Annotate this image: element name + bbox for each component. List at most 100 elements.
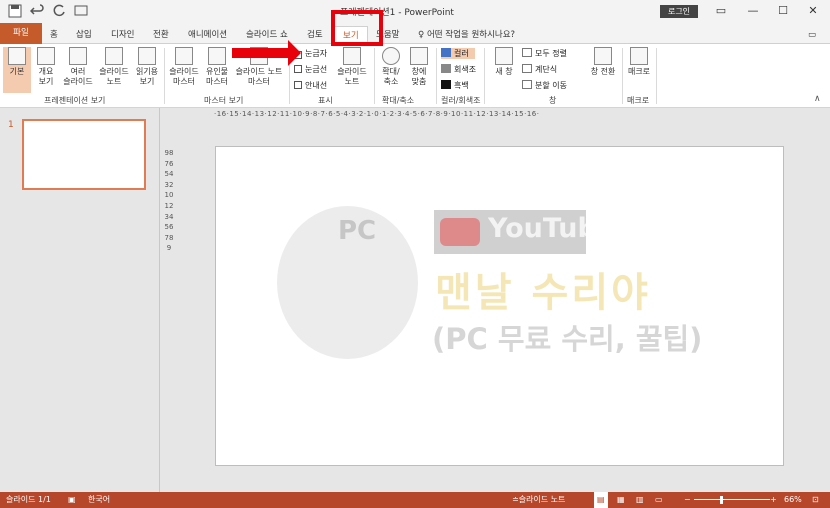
magnifier-icon [382, 47, 400, 65]
watermark-youtube-text: YouTube [488, 213, 616, 244]
switch-windows-label: 창 전환 [590, 67, 616, 76]
normal-view-button[interactable]: 기본 [3, 47, 31, 93]
outline-view-label-1: 개요 [38, 67, 54, 76]
tab-transitions[interactable]: 전환 [153, 26, 169, 44]
maximize-icon[interactable]: ☐ [768, 2, 798, 20]
slide-master-icon [175, 47, 193, 65]
save-icon[interactable] [8, 4, 22, 18]
group-divider [656, 48, 657, 104]
slide-sorter-label-1: 여러 [70, 67, 86, 76]
group-macros: 매크로 [627, 96, 650, 105]
reading-view-button[interactable]: 읽기용 보기 [133, 47, 161, 87]
group-show: 표시 [318, 96, 333, 105]
macros-button[interactable]: 매크로 [625, 47, 653, 77]
annotation-arrowhead [288, 40, 301, 66]
tab-home[interactable]: 홈 [50, 26, 58, 44]
tab-review[interactable]: 검토 [307, 26, 323, 44]
notes-page-label-2: 노트 [106, 77, 122, 86]
guides-checkbox[interactable]: 안내선 [294, 80, 327, 91]
guides-label: 안내선 [305, 81, 328, 90]
group-color: 컬러/회색조 [441, 96, 481, 105]
close-icon[interactable]: ✕ [798, 2, 828, 20]
group-divider [436, 48, 437, 104]
slide-sorter-button[interactable]: 여러 슬라이드 [61, 47, 95, 87]
zoom-button[interactable]: 확대/ 축소 [378, 47, 404, 87]
move-split-button[interactable]: 분할 이동 [522, 80, 567, 91]
normal-view-status-icon[interactable]: ▤ [594, 492, 608, 508]
from-beginning-icon[interactable] [74, 4, 88, 18]
tell-me-label: 어떤 작업을 원하시나요? [426, 30, 516, 40]
notes-page-button[interactable]: 슬라이드 노트 [97, 47, 131, 87]
grayscale-label: 회색조 [454, 65, 477, 74]
notes-toggle-label-1: 슬라이드 [337, 67, 367, 76]
slide-master-button[interactable]: 슬라이드 마스터 [167, 47, 201, 87]
ruler-label: 눈금자 [305, 49, 328, 58]
arrange-all-icon [522, 48, 532, 57]
collapse-ribbon-icon[interactable]: ∧ [814, 94, 821, 104]
fit-to-window-button[interactable]: 창에 맞춤 [406, 47, 432, 87]
color-option[interactable]: 컬러 [441, 48, 475, 59]
zoom-in-icon[interactable]: + [770, 492, 777, 508]
undo-icon[interactable] [29, 4, 44, 18]
fit-label-1: 창에 [411, 67, 427, 76]
notes-status-button[interactable]: ≐ 슬라이드 노트 [512, 492, 565, 508]
notes-master-label-2: 마스터 [247, 77, 271, 86]
minimize-icon[interactable]: — [738, 2, 768, 20]
new-window-button[interactable]: 새 창 [488, 47, 520, 77]
reading-status-icon[interactable]: ▥ [636, 492, 644, 508]
language-indicator[interactable]: 한국어 [88, 492, 110, 508]
arrange-all-button[interactable]: 모두 정렬 [522, 48, 567, 59]
tab-slideshow[interactable]: 슬라이드 쇼 [246, 26, 288, 44]
zoom-out-icon[interactable]: − [684, 492, 691, 508]
handout-master-button[interactable]: 유인물 마스터 [203, 47, 231, 87]
slideshow-status-icon[interactable]: ▭ [655, 492, 663, 508]
tell-me-search[interactable]: ♀ 어떤 작업을 원하시나요? [418, 26, 515, 44]
fit-slide-icon[interactable]: ⊡ [812, 492, 819, 508]
group-master-views: 마스터 보기 [204, 96, 244, 105]
zoom-percentage[interactable]: 66% [784, 492, 802, 508]
slide-master-label-1: 슬라이드 [169, 67, 199, 76]
reading-view-label-2: 보기 [139, 77, 155, 86]
outline-view-label-2: 보기 [38, 77, 54, 86]
sorter-status-icon[interactable]: ▦ [617, 492, 625, 508]
tab-file[interactable]: 파일 [0, 23, 42, 44]
ribbon-display-icon[interactable]: ▭ [706, 2, 736, 20]
tab-design[interactable]: 디자인 [111, 26, 134, 44]
fit-label-2: 맞춤 [411, 77, 427, 86]
zoom-slider-thumb[interactable] [720, 496, 723, 504]
handout-master-label-1: 유인물 [205, 67, 229, 76]
lightbulb-icon: ♀ [418, 30, 425, 40]
notes-page-label-1: 슬라이드 [99, 67, 129, 76]
watermark-sub-text: (PC 무료 수리, 꿀팁) [432, 322, 703, 356]
notes-toggle-button[interactable]: 슬라이드 노트 [334, 47, 370, 87]
annotation-highlight-box [331, 10, 383, 46]
group-divider [622, 48, 623, 104]
zoom-slider[interactable] [694, 499, 770, 500]
tab-animations[interactable]: 애니메이션 [188, 26, 227, 44]
group-zoom: 확대/축소 [382, 96, 415, 105]
normal-view-icon [8, 47, 26, 65]
outline-view-button[interactable]: 개요 보기 [33, 47, 59, 87]
grayscale-option[interactable]: 회색조 [441, 64, 476, 75]
move-split-label: 분할 이동 [535, 81, 567, 90]
spellcheck-icon[interactable]: ▣ [68, 492, 76, 508]
zoom-label-2: 축소 [383, 77, 399, 86]
redo-icon[interactable] [52, 4, 66, 18]
title-bar: 프레젠테이션1 - PowerPoint 로그인 ▭ — ☐ ✕ [0, 0, 830, 23]
notes-status-label: 슬라이드 노트 [518, 495, 566, 504]
login-button[interactable]: 로그인 [660, 5, 698, 18]
slide-counter: 슬라이드 1/1 [6, 495, 51, 504]
cascade-button[interactable]: 계단식 [522, 64, 557, 75]
comments-icon[interactable]: ▭ [808, 26, 816, 44]
bw-swatch-icon [441, 80, 451, 89]
color-swatch-icon [441, 48, 451, 57]
switch-windows-button[interactable]: 창 전환 [587, 47, 619, 77]
ribbon-tabs: 파일 홈 삽입 디자인 전환 애니메이션 슬라이드 쇼 검토 보기 도움말 ♀ … [0, 23, 830, 62]
group-divider [164, 48, 165, 104]
slide-thumbnail[interactable] [22, 119, 146, 190]
horizontal-ruler: ·16·15·14·13·12·11·10·9·8·7·6·5·4·3·2·1·… [214, 110, 540, 118]
slide-number: 1 [8, 120, 14, 130]
bw-option[interactable]: 흑백 [441, 80, 469, 91]
tab-insert[interactable]: 삽입 [76, 26, 92, 44]
slide-master-label-2: 마스터 [172, 77, 196, 86]
